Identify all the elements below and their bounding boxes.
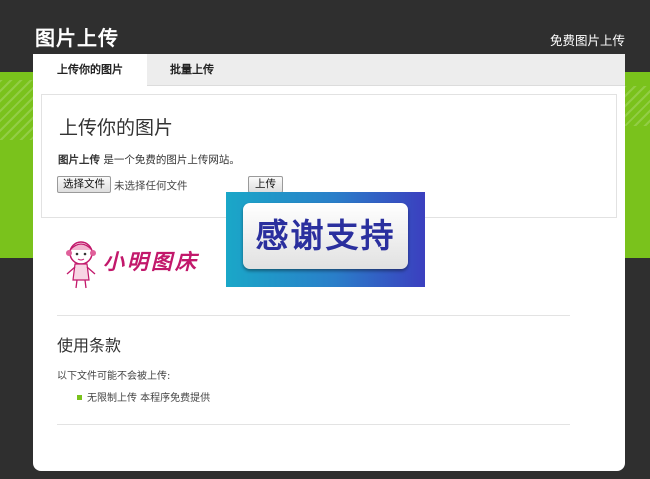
right-green-band <box>624 72 650 258</box>
choose-file-button[interactable]: 选择文件 <box>57 176 111 193</box>
main-card: 上传你的图片 批量上传 上传你的图片 图片上传 是一个免费的图片上传网站。 选择… <box>33 54 625 471</box>
terms-title: 使用条款 <box>57 336 122 355</box>
green-bullet-icon <box>77 394 82 400</box>
band-stripes <box>0 80 34 140</box>
tab-batch-upload[interactable]: 批量上传 <box>147 54 237 86</box>
terms-description: 以下文件可能不会被上传: <box>57 371 171 382</box>
upload-button[interactable]: 上传 <box>248 176 283 193</box>
banner-plate: 感谢支持 <box>243 203 408 269</box>
tab-bar: 上传你的图片 批量上传 <box>33 54 625 87</box>
upload-description: 图片上传 是一个免费的图片上传网站。 <box>58 152 240 167</box>
banner-text: 感谢支持 <box>255 216 396 255</box>
header-link[interactable]: 免费图片上传 <box>550 30 625 49</box>
thanks-banner: 感谢支持 <box>226 192 425 287</box>
site-title[interactable]: 图片上传 <box>35 22 119 51</box>
band-stripes <box>624 86 650 126</box>
divider <box>57 424 570 425</box>
girl-mascot-icon <box>66 241 96 289</box>
logo-text: 小明图床 <box>103 249 199 274</box>
file-status-text: 未选择任何文件 <box>114 180 188 192</box>
left-green-band <box>0 72 34 258</box>
upload-desc-bold: 图片上传 <box>58 154 100 166</box>
upload-desc-text: 是一个免费的图片上传网站。 <box>100 154 240 166</box>
terms-item-text: 无限制上传 本程序免费提供 <box>87 393 211 404</box>
tab-upload[interactable]: 上传你的图片 <box>33 54 147 87</box>
site-logo: 小明图床 <box>61 236 201 292</box>
divider <box>57 315 570 316</box>
terms-list-item: 无限制上传 本程序免费提供 <box>77 389 210 404</box>
upload-title: 上传你的图片 <box>59 117 174 139</box>
site-header: 图片上传 免费图片上传 <box>0 0 650 54</box>
